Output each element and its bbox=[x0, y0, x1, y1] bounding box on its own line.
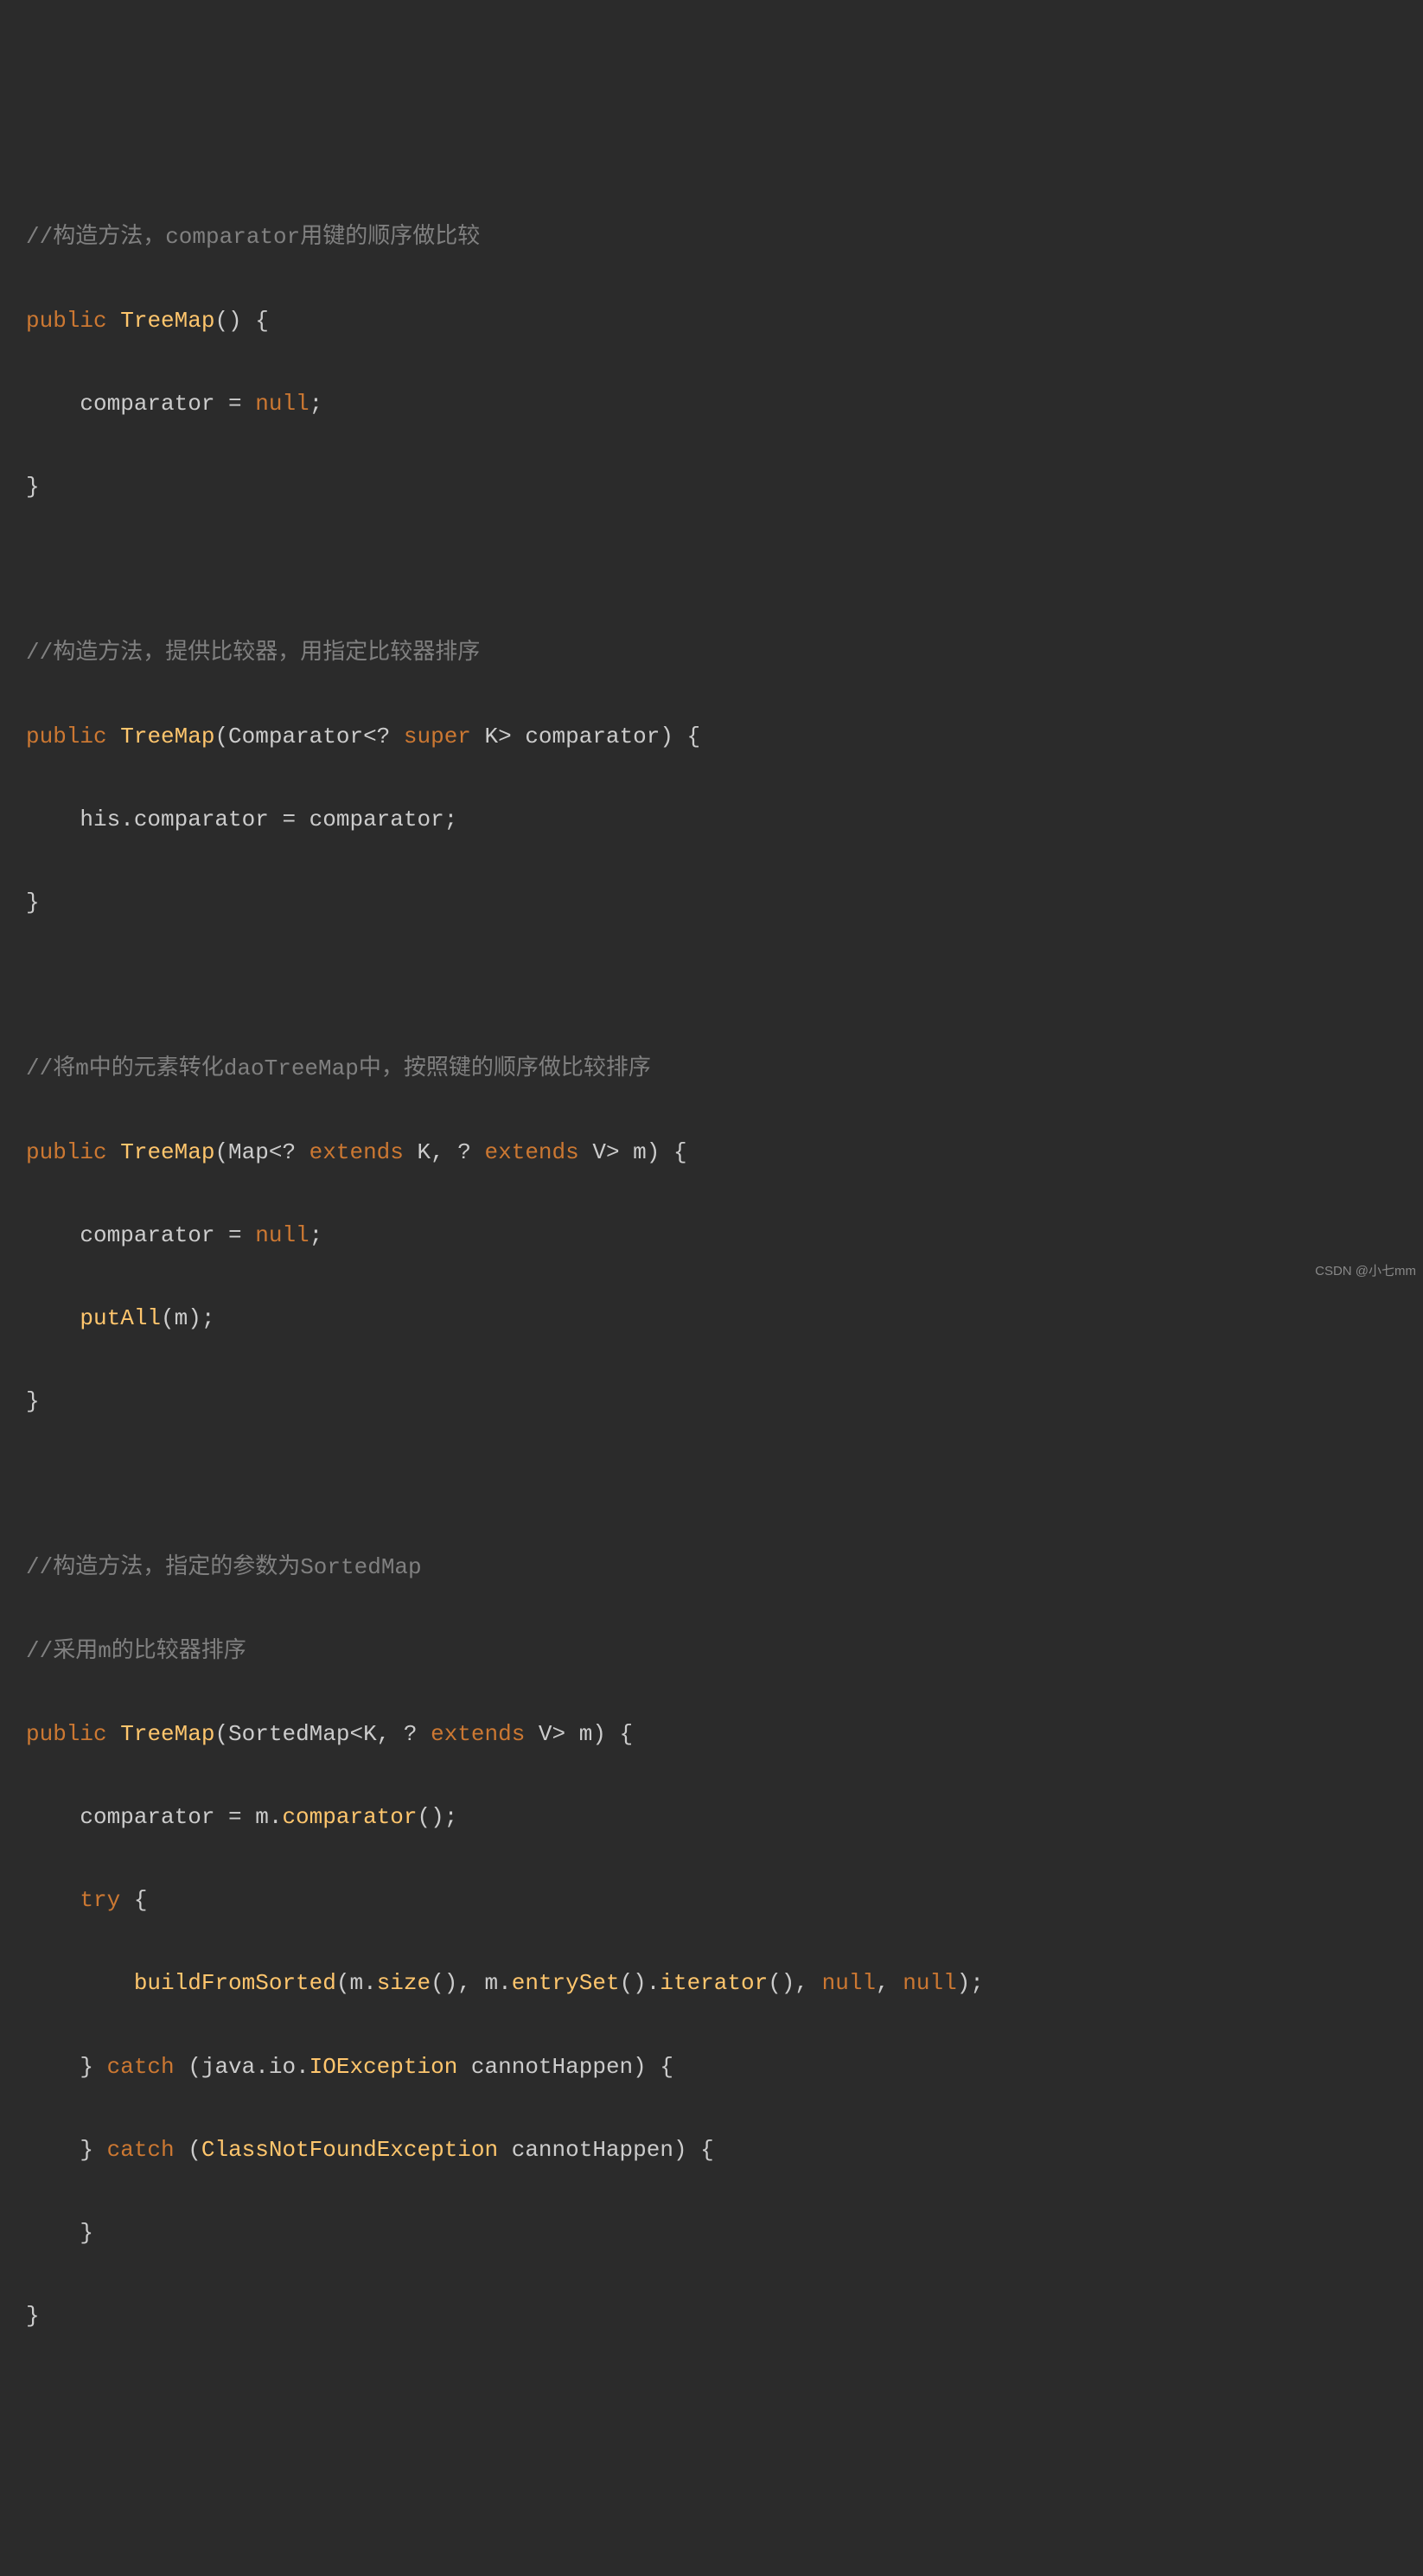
code-text: ; bbox=[309, 1222, 323, 1248]
code-text: ( bbox=[175, 2137, 201, 2163]
code-editor: //构造方法，comparator用键的顺序做比较 public TreeMap… bbox=[26, 175, 1397, 2378]
code-text: ; bbox=[309, 391, 323, 417]
code-line: } bbox=[26, 1380, 1397, 1422]
code-text: comparator = m. bbox=[26, 1804, 282, 1830]
keyword-catch: catch bbox=[107, 2137, 175, 2163]
code-text: } bbox=[26, 2303, 40, 2329]
code-text: } bbox=[26, 889, 40, 915]
code-text: { bbox=[120, 1887, 147, 1913]
code-line: } bbox=[26, 2295, 1397, 2337]
comment-text: //构造方法，提供比较器，用指定比较器排序 bbox=[26, 640, 480, 666]
method-name: TreeMap bbox=[120, 724, 214, 749]
code-text: } bbox=[26, 1388, 40, 1414]
code-text: (), bbox=[768, 1970, 821, 1996]
keyword-public: public bbox=[26, 1721, 107, 1747]
code-text: his.comparator = comparator; bbox=[26, 807, 457, 832]
code-text: comparator = bbox=[26, 1222, 255, 1248]
code-line: //采用m的比较器排序 bbox=[26, 1630, 1397, 1672]
code-text: (); bbox=[417, 1804, 457, 1830]
method-call: iterator bbox=[660, 1970, 768, 1996]
method-call: buildFromSorted bbox=[134, 1970, 336, 1996]
keyword-null: null bbox=[822, 1970, 876, 1996]
code-line: } catch (java.io.IOException cannotHappe… bbox=[26, 2046, 1397, 2088]
code-line bbox=[26, 965, 1397, 1006]
code-text: (java.io. bbox=[175, 2054, 309, 2080]
code-text: (Map<? bbox=[214, 1139, 309, 1165]
method-call: comparator bbox=[282, 1804, 417, 1830]
keyword-catch: catch bbox=[107, 2054, 175, 2080]
code-text bbox=[26, 1970, 134, 1996]
code-line bbox=[26, 1463, 1397, 1505]
code-line: } bbox=[26, 2212, 1397, 2254]
code-line: } bbox=[26, 466, 1397, 507]
code-text: (). bbox=[620, 1970, 660, 1996]
method-name: TreeMap bbox=[120, 308, 214, 334]
code-line: try { bbox=[26, 1879, 1397, 1921]
code-text: (Comparator<? bbox=[214, 724, 403, 749]
watermark-text: CSDN @小七mm bbox=[1315, 1259, 1416, 1284]
comment-text: //构造方法，comparator用键的顺序做比较 bbox=[26, 224, 480, 250]
comment-text: //将m中的元素转化daoTreeMap中，按照键的顺序做比较排序 bbox=[26, 1055, 651, 1081]
code-line: //构造方法，comparator用键的顺序做比较 bbox=[26, 216, 1397, 258]
type-name: IOException bbox=[309, 2054, 458, 2080]
keyword-super: super bbox=[404, 724, 471, 749]
code-line bbox=[26, 549, 1397, 590]
method-call: putAll bbox=[80, 1305, 161, 1331]
keyword-public: public bbox=[26, 724, 107, 749]
keyword-null: null bbox=[255, 391, 309, 417]
code-text: (m); bbox=[161, 1305, 214, 1331]
code-text bbox=[26, 1887, 80, 1913]
code-line: buildFromSorted(m.size(), m.entrySet().i… bbox=[26, 1962, 1397, 2004]
code-text: ); bbox=[957, 1970, 984, 1996]
type-name: ClassNotFoundException bbox=[201, 2137, 498, 2163]
code-line: his.comparator = comparator; bbox=[26, 799, 1397, 840]
code-text: K> comparator) { bbox=[471, 724, 700, 749]
code-text: cannotHappen) { bbox=[498, 2137, 714, 2163]
code-line: //将m中的元素转化daoTreeMap中，按照键的顺序做比较排序 bbox=[26, 1048, 1397, 1089]
code-text bbox=[26, 1305, 80, 1331]
code-line: //构造方法，提供比较器，用指定比较器排序 bbox=[26, 632, 1397, 673]
code-text: K, ? bbox=[404, 1139, 485, 1165]
code-text: V> m) { bbox=[525, 1721, 633, 1747]
code-text: cannotHappen) { bbox=[457, 2054, 673, 2080]
keyword-public: public bbox=[26, 1139, 107, 1165]
keyword-public: public bbox=[26, 308, 107, 334]
code-line: comparator = null; bbox=[26, 1215, 1397, 1256]
code-text: (m. bbox=[336, 1970, 377, 1996]
code-text: comparator = bbox=[26, 391, 255, 417]
code-text: } bbox=[26, 2220, 93, 2246]
keyword-extends: extends bbox=[485, 1139, 579, 1165]
method-call: size bbox=[377, 1970, 431, 1996]
comment-text: //构造方法，指定的参数为SortedMap bbox=[26, 1554, 422, 1580]
code-line: public TreeMap(SortedMap<K, ? extends V>… bbox=[26, 1713, 1397, 1755]
code-line: comparator = null; bbox=[26, 383, 1397, 424]
code-text: , bbox=[876, 1970, 903, 1996]
code-line: putAll(m); bbox=[26, 1298, 1397, 1339]
code-line: public TreeMap(Comparator<? super K> com… bbox=[26, 716, 1397, 757]
comment-text: //采用m的比较器排序 bbox=[26, 1638, 246, 1664]
code-text: (SortedMap<K, ? bbox=[214, 1721, 431, 1747]
code-line: } catch (ClassNotFoundException cannotHa… bbox=[26, 2129, 1397, 2171]
code-line: //构造方法，指定的参数为SortedMap bbox=[26, 1546, 1397, 1588]
code-text: () { bbox=[214, 308, 268, 334]
keyword-null: null bbox=[255, 1222, 309, 1248]
code-text: } bbox=[26, 474, 40, 500]
method-name: TreeMap bbox=[120, 1139, 214, 1165]
code-text: (), m. bbox=[431, 1970, 512, 1996]
code-text: } bbox=[26, 2137, 107, 2163]
method-name: TreeMap bbox=[120, 1721, 214, 1747]
code-line: } bbox=[26, 882, 1397, 923]
code-line: public TreeMap() { bbox=[26, 300, 1397, 341]
code-text: V> m) { bbox=[579, 1139, 687, 1165]
code-text: } bbox=[26, 2054, 107, 2080]
code-line: public TreeMap(Map<? extends K, ? extend… bbox=[26, 1132, 1397, 1173]
keyword-try: try bbox=[80, 1887, 120, 1913]
method-call: entrySet bbox=[512, 1970, 620, 1996]
keyword-extends: extends bbox=[309, 1139, 404, 1165]
code-line: comparator = m.comparator(); bbox=[26, 1796, 1397, 1838]
keyword-null: null bbox=[903, 1970, 956, 1996]
keyword-extends: extends bbox=[431, 1721, 525, 1747]
